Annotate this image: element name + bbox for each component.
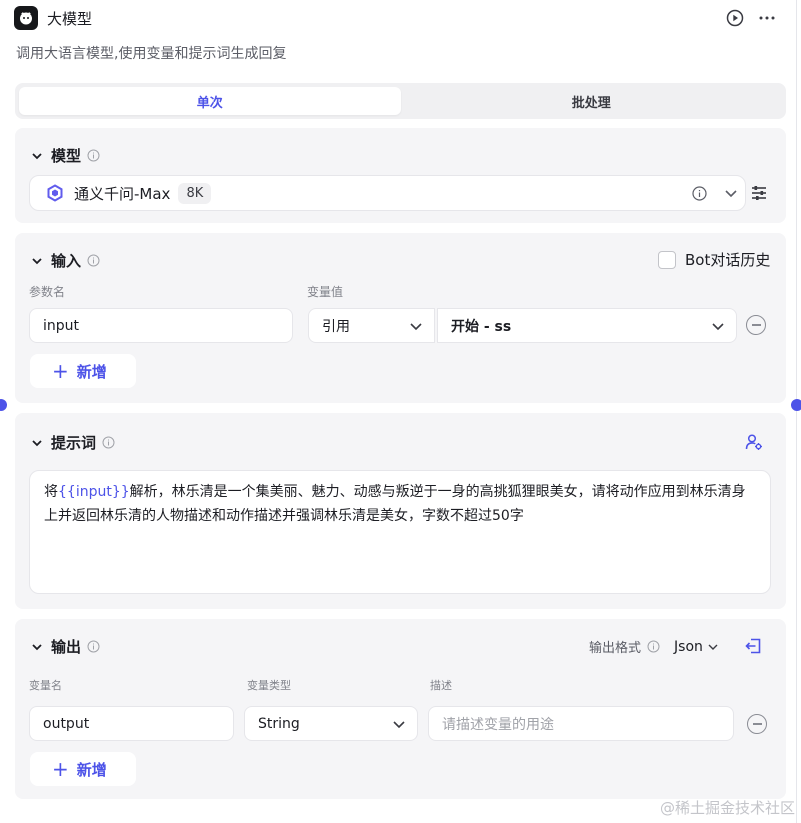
output-desc-placeholder: 请描述变量的用途: [442, 716, 554, 733]
prompt-section: 提示词 将{{input}}解析，林乐清是一个集美丽、魅力、动感与叛逆于一身的高…: [15, 413, 786, 609]
run-icon[interactable]: [726, 9, 744, 27]
output-format-value: Json: [674, 638, 703, 655]
model-select[interactable]: 通义千问-Max 8K: [29, 175, 746, 211]
add-input-label: 新增: [76, 362, 107, 381]
output-port-handle[interactable]: [791, 399, 801, 411]
model-info-icon[interactable]: [692, 185, 707, 201]
prompt-section-title: 提示词: [51, 434, 97, 452]
output-format: 输出格式 Json: [589, 637, 719, 656]
input-value-type-select[interactable]: 引用: [308, 308, 435, 343]
param-name-header: 参数名: [29, 285, 66, 299]
chevron-down-icon[interactable]: [723, 185, 739, 201]
input-param-name-field[interactable]: input: [29, 308, 293, 343]
prompt-variable: {{input}}: [58, 484, 130, 500]
add-input-button[interactable]: + 新增: [30, 354, 136, 388]
input-reference-value: 开始 - ss: [451, 318, 512, 335]
chevron-down-icon[interactable]: [29, 435, 45, 451]
output-section-title: 输出: [51, 638, 82, 656]
prompt-editor[interactable]: 将{{input}}解析，林乐清是一个集美丽、魅力、动感与叛逆于一身的高挑狐狸眼…: [29, 470, 771, 594]
chevron-down-icon: [408, 318, 424, 334]
output-section: 输出 输出格式 Json 变量名 变量类型 描述 output String 请…: [15, 619, 786, 799]
output-section-header[interactable]: 输出: [29, 636, 100, 657]
context-badge: 8K: [178, 182, 212, 204]
model-settings-icon[interactable]: [749, 184, 769, 202]
model-name: 通义千问-Max: [74, 184, 171, 203]
input-section-header[interactable]: 输入: [29, 250, 100, 271]
output-var-name-field[interactable]: output: [29, 706, 234, 741]
info-icon[interactable]: [87, 254, 100, 267]
output-var-name-value: output: [43, 715, 90, 732]
bot-history-label: Bot对话历史: [685, 251, 771, 269]
input-port-handle[interactable]: [0, 399, 7, 411]
input-param-name-value: input: [43, 317, 80, 334]
plus-icon: +: [52, 359, 69, 383]
plus-icon: +: [52, 757, 69, 781]
chevron-down-icon: [710, 318, 726, 334]
var-value-header: 变量值: [307, 285, 344, 299]
mode-tabs: 单次 批处理: [15, 83, 786, 119]
input-value-type-value: 引用: [322, 318, 350, 335]
add-output-button[interactable]: + 新增: [30, 752, 136, 786]
qwen-logo-icon: [46, 184, 64, 202]
output-var-type-select[interactable]: String: [244, 706, 418, 741]
model-section-title: 模型: [51, 147, 82, 165]
output-format-label: 输出格式: [589, 641, 642, 656]
input-section: 输入 Bot对话历史 参数名 变量值 input 引用 开始 - ss + 新增: [15, 233, 786, 403]
prompt-text-after: 解析，林乐清是一个集美丽、魅力、动感与叛逆于一身的高挑狐狸眼美女，请将动作应用到…: [44, 484, 746, 524]
chevron-down-icon[interactable]: [29, 639, 45, 655]
more-icon[interactable]: [758, 9, 776, 27]
remove-input-icon[interactable]: [746, 315, 766, 335]
llm-node-panel: 大模型 调用大语言模型,使用变量和提示词生成回复 单次 批处理 模型 通义千问-…: [0, 0, 801, 823]
chevron-down-icon: [391, 716, 407, 732]
tab-single[interactable]: 单次: [19, 87, 401, 115]
add-output-label: 新增: [76, 760, 107, 779]
bot-history-checkbox[interactable]: [658, 250, 676, 269]
chevron-down-icon: [707, 641, 719, 653]
desc-header: 描述: [430, 679, 452, 692]
output-var-type-value: String: [258, 715, 300, 732]
info-icon[interactable]: [87, 640, 100, 653]
node-title: 大模型: [47, 9, 93, 28]
node-header: 大模型: [14, 6, 776, 30]
info-icon[interactable]: [102, 436, 115, 449]
model-section-header[interactable]: 模型: [29, 145, 100, 166]
model-section: 模型 通义千问-Max 8K: [15, 128, 786, 223]
remove-output-icon[interactable]: [747, 714, 767, 734]
bot-history-toggle[interactable]: Bot对话历史: [658, 249, 770, 270]
import-output-icon[interactable]: [744, 637, 762, 655]
prompt-library-icon[interactable]: [744, 432, 764, 452]
var-name-header: 变量名: [29, 679, 62, 692]
input-section-title: 输入: [51, 252, 82, 270]
chevron-down-icon[interactable]: [29, 148, 45, 164]
input-reference-select[interactable]: 开始 - ss: [437, 308, 737, 343]
output-format-select[interactable]: Json: [674, 639, 719, 655]
node-logo-icon: [14, 6, 38, 30]
output-desc-field[interactable]: 请描述变量的用途: [428, 706, 734, 741]
prompt-text-before: 将: [44, 484, 58, 500]
var-type-header: 变量类型: [247, 679, 291, 692]
info-icon[interactable]: [87, 149, 100, 162]
info-icon[interactable]: [647, 640, 660, 653]
tab-batch[interactable]: 批处理: [401, 87, 783, 115]
watermark: @稀土掘金技术社区: [659, 799, 795, 817]
chevron-down-icon[interactable]: [29, 253, 45, 269]
prompt-section-header[interactable]: 提示词: [29, 432, 115, 453]
node-description: 调用大语言模型,使用变量和提示词生成回复: [16, 46, 287, 62]
